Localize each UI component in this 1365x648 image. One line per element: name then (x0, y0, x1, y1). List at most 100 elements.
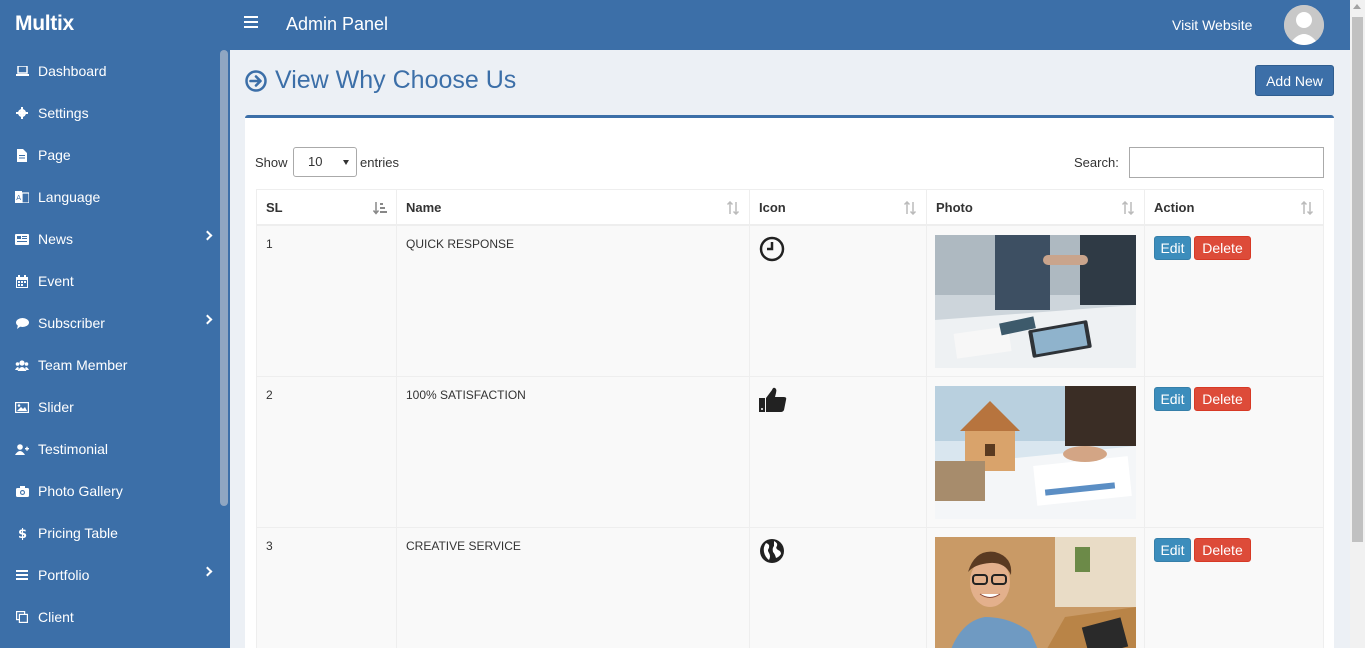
search-input[interactable] (1129, 147, 1324, 178)
visit-website-link[interactable]: Visit Website (1172, 17, 1252, 33)
globe-icon (759, 538, 785, 567)
user-avatar[interactable] (1284, 5, 1324, 45)
newspaper-icon (15, 232, 29, 246)
sidebar-item-slider[interactable]: Slider (0, 386, 219, 428)
sort-ascending-icon (373, 202, 387, 215)
sidebar-item-label: Testimonial (38, 441, 109, 457)
show-label: Show (255, 155, 288, 170)
column-header-name[interactable]: Name (397, 190, 750, 226)
sidebar-item-client[interactable]: Client (0, 596, 219, 638)
sidebar-item-page[interactable]: Page (0, 134, 219, 176)
house-model-photo (935, 386, 1136, 519)
sidebar-item-news[interactable]: News (0, 218, 219, 260)
cell-photo (927, 377, 1145, 528)
edit-button[interactable]: Edit (1154, 538, 1191, 562)
sidebar-item-label: Team Member (38, 357, 128, 373)
sidebar-item-team-member[interactable]: Team Member (0, 344, 219, 386)
scroll-up-arrow-icon[interactable] (1353, 4, 1361, 9)
sort-both-icon (1300, 201, 1314, 215)
copy-icon (15, 610, 29, 624)
chevron-right-icon (202, 314, 213, 325)
sidebar-item-dashboard[interactable]: Dashboard (0, 50, 219, 92)
add-new-button[interactable]: Add New (1255, 65, 1334, 96)
admin-panel-title: Admin Panel (286, 14, 389, 34)
sidebar: Dashboard Settings Page A Language News … (0, 50, 230, 648)
comment-icon (15, 316, 29, 330)
gear-icon (15, 106, 29, 120)
column-header-sl[interactable]: SL (257, 190, 397, 226)
cell-icon (750, 528, 927, 648)
column-header-icon[interactable]: Icon (750, 190, 927, 226)
cell-sl: 3 (257, 528, 397, 648)
page-title-text: View Why Choose Us (275, 66, 517, 94)
image-icon (15, 400, 29, 414)
sidebar-item-label: Event (38, 273, 74, 289)
cell-photo (927, 226, 1145, 377)
thumbs-up-icon (759, 387, 787, 416)
laptop-icon (15, 64, 29, 78)
search-label: Search: (1074, 155, 1119, 170)
cell-action: Edit Delete (1145, 226, 1324, 377)
language-icon: A (15, 190, 29, 204)
bars-icon (15, 568, 29, 582)
table-row: 1 QUICK RESPONSE Edit Delete (256, 226, 1324, 377)
dropdown-arrow-icon (343, 160, 349, 165)
sidebar-item-label: Language (38, 189, 101, 205)
users-icon (15, 358, 29, 372)
table-row: 2 100% SATISFACTION Edit Delete (256, 377, 1324, 528)
sidebar-toggle-icon[interactable] (244, 16, 258, 30)
sidebar-item-label: Portfolio (38, 567, 90, 583)
sidebar-item-testimonial[interactable]: Testimonial (0, 428, 219, 470)
sidebar-item-label: Settings (38, 105, 89, 121)
sidebar-item-label: Page (38, 147, 71, 163)
svg-text:$: $ (18, 527, 27, 540)
top-navbar: Multix Admin Panel Visit Website (0, 0, 1350, 50)
table-header-row: SL Name Icon Photo Action (256, 189, 1324, 226)
dollar-icon: $ (15, 526, 29, 540)
cell-action: Edit Delete (1145, 377, 1324, 528)
column-header-action[interactable]: Action (1145, 190, 1324, 226)
sidebar-item-settings[interactable]: Settings (0, 92, 219, 134)
cell-action: Edit Delete (1145, 528, 1324, 648)
edit-button[interactable]: Edit (1154, 236, 1191, 260)
column-header-photo[interactable]: Photo (927, 190, 1145, 226)
entries-select[interactable]: 10 (293, 147, 357, 177)
clock-icon (759, 236, 785, 265)
cell-name: 100% SATISFACTION (397, 377, 750, 528)
entries-label: entries (360, 155, 400, 170)
svg-text:A: A (16, 194, 21, 202)
edit-button[interactable]: Edit (1154, 387, 1191, 411)
sort-both-icon (903, 201, 917, 215)
cell-photo (927, 528, 1145, 648)
circle-arrow-right-icon (245, 69, 267, 92)
smiling-man-photo (935, 537, 1136, 648)
sidebar-scrollbar-thumb[interactable] (220, 50, 228, 506)
sort-both-icon (1121, 201, 1135, 215)
cell-name: CREATIVE SERVICE (397, 528, 750, 648)
handshake-photo (935, 235, 1136, 368)
cell-sl: 2 (257, 377, 397, 528)
sidebar-item-event[interactable]: Event (0, 260, 219, 302)
calendar-icon (15, 274, 29, 288)
cell-icon (750, 226, 927, 377)
sidebar-item-photo-gallery[interactable]: Photo Gallery (0, 470, 219, 512)
sidebar-item-label: Photo Gallery (38, 483, 123, 499)
sidebar-item-label: News (38, 231, 74, 247)
sidebar-item-portfolio[interactable]: Portfolio (0, 554, 219, 596)
delete-button[interactable]: Delete (1194, 387, 1251, 411)
delete-button[interactable]: Delete (1194, 236, 1251, 260)
brand-logo[interactable]: Multix (15, 12, 74, 36)
page-scrollbar-thumb[interactable] (1352, 17, 1363, 542)
cell-name: QUICK RESPONSE (397, 226, 750, 377)
page-title: View Why Choose Us (245, 66, 516, 95)
cell-icon (750, 377, 927, 528)
chevron-right-icon (202, 566, 213, 577)
camera-icon (15, 484, 29, 498)
sidebar-item-label: Pricing Table (38, 525, 118, 541)
user-plus-icon (15, 442, 29, 456)
sidebar-item-pricing-table[interactable]: $ Pricing Table (0, 512, 219, 554)
delete-button[interactable]: Delete (1194, 538, 1251, 562)
sidebar-item-language[interactable]: A Language (0, 176, 219, 218)
chevron-right-icon (202, 230, 213, 241)
sidebar-item-subscriber[interactable]: Subscriber (0, 302, 219, 344)
